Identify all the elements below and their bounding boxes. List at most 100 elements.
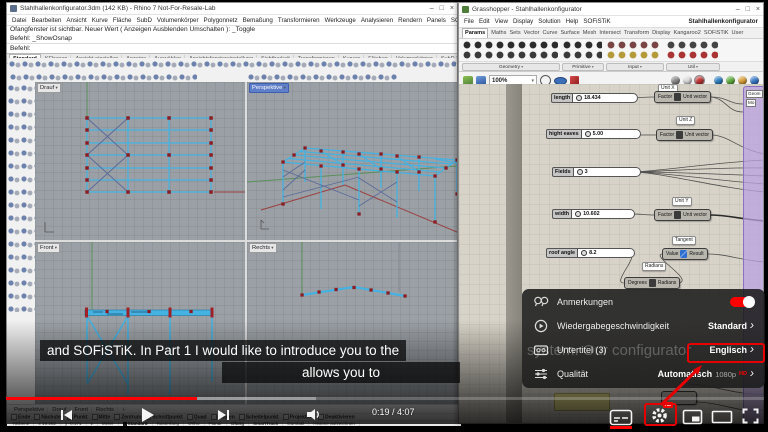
menu-analysieren[interactable]: Analysieren — [361, 17, 393, 24]
gh-slider-roof-angle[interactable]: roof angle 8.2 — [546, 248, 636, 258]
rhino-minimize-button[interactable]: – — [430, 4, 434, 13]
next-button[interactable] — [216, 408, 232, 422]
menu-bearbeiten[interactable]: Bearbeiten — [31, 17, 61, 24]
gh-tab-params[interactable]: Params — [462, 28, 489, 38]
viewport-top-label[interactable]: Drauf — [37, 83, 61, 93]
viewport-perspective[interactable]: Perspektive — [247, 82, 457, 240]
rhino-menubar[interactable]: Datei Bearbeiten Ansicht Kurve Fläche Su… — [7, 15, 457, 26]
gh-menu-solution[interactable]: Solution — [538, 18, 560, 25]
gh-menu-display[interactable]: Display — [513, 18, 533, 25]
rhino-command-area[interactable]: Ofangfenster ist sichtbar. Neuer Wert ( … — [7, 26, 457, 54]
gh-tab-user[interactable]: User — [732, 29, 744, 38]
degrees-to-radians-component[interactable]: Degrees Radians — [624, 277, 681, 289]
menu-flaeche[interactable]: Fläche — [113, 17, 132, 24]
gh-menubar[interactable]: File Edit View Display Solution Help SOF… — [459, 16, 763, 28]
unit-vector-component-y[interactable]: Factor Unit vector — [654, 209, 712, 221]
video-player-stage[interactable]: Stahlhallenkonfigurator.3dm (142 KB) - R… — [0, 0, 768, 432]
status-cplane[interactable]: KEbene — [9, 421, 35, 426]
nav-tab-add-icon[interactable]: + — [119, 407, 128, 413]
viewport-front-label[interactable]: Front — [37, 243, 61, 253]
ribbon-geometry-icons[interactable] — [462, 40, 558, 60]
menu-kurve[interactable]: Kurve — [92, 17, 108, 24]
menu-bemassung[interactable]: Bemaßung — [243, 17, 273, 24]
gh-tab-display[interactable]: Display — [652, 29, 670, 38]
gh-document-button[interactable]: Stahlhallenkonfigurator — [689, 18, 758, 25]
gh-panel-yellow[interactable] — [554, 393, 610, 411]
menu-item-annotations[interactable]: Anmerkungen — [522, 290, 765, 314]
gh-maximize-button[interactable]: □ — [746, 5, 750, 14]
gh-tab-maths[interactable]: Maths — [491, 29, 506, 38]
menu-panels[interactable]: Panels — [427, 17, 446, 24]
secondary-toolbar-icons-left[interactable] — [9, 71, 197, 82]
gh-tab-sofistik[interactable]: SOFiSTiK — [704, 29, 729, 38]
gh-titlebar[interactable]: Grasshopper - Stahlhallenkonfigurator – … — [459, 3, 763, 16]
annotations-toggle[interactable] — [730, 296, 755, 308]
gh-ribbon[interactable] — [459, 39, 763, 62]
gh-slider-length[interactable]: length 18.434 — [551, 93, 639, 103]
group-primitive[interactable]: Primitive — [562, 63, 604, 71]
rhino-status-bar[interactable]: KEbene x 19.262 y -0.171 z Meter Standar… — [7, 420, 461, 426]
gh-tab-vector[interactable]: Vector — [524, 29, 540, 38]
rhino-close-button[interactable]: × — [450, 4, 454, 13]
nav-tab-perspektive[interactable]: Perspektive — [11, 406, 49, 413]
command-prompt-input[interactable]: Befehl: — [7, 43, 457, 53]
gh-component-tabs[interactable]: Params Maths Sets Vector Curve Surface M… — [459, 28, 763, 39]
menu-ansicht[interactable]: Ansicht — [66, 17, 86, 24]
gh-slider-hight-eaves[interactable]: hight eaves 5.00 — [546, 129, 641, 139]
status-unit[interactable]: Meter — [98, 421, 119, 426]
status-ortho[interactable]: Ortho — [184, 421, 205, 426]
standard-toolbar-icons[interactable] — [8, 58, 456, 70]
gh-slider-width[interactable]: width 10.602 — [552, 209, 636, 219]
group-geometry[interactable]: Geometry — [462, 63, 560, 71]
gh-menu-view[interactable]: View — [495, 18, 508, 25]
gh-minimize-button[interactable]: – — [736, 5, 740, 14]
gh-ribbon-group-labels[interactable]: Geometry Primitive Input Util — [459, 62, 763, 72]
ribbon-primitive-icons[interactable] — [562, 40, 602, 60]
viewport-right-label[interactable]: Rechts — [249, 243, 277, 253]
menu-volumenkoerper[interactable]: Volumenkörper — [157, 17, 199, 24]
gh-close-button[interactable]: × — [756, 5, 760, 14]
volume-icon[interactable] — [305, 407, 323, 422]
expression-component-tangent[interactable]: Value Result — [662, 248, 708, 260]
gh-tab-sets[interactable]: Sets — [509, 29, 520, 38]
status-rasterfang[interactable]: Rasterfang — [153, 421, 185, 426]
rhino-maximize-button[interactable]: □ — [440, 4, 444, 13]
menu-rendern[interactable]: Rendern — [398, 17, 422, 24]
rhino-left-toolbar[interactable] — [7, 82, 35, 312]
gh-tab-kangaroo2[interactable]: Kangaroo2 — [673, 29, 700, 38]
menu-datei[interactable]: Datei — [12, 17, 26, 24]
gh-tab-intersect[interactable]: Intersect — [599, 29, 620, 38]
ribbon-input-icons[interactable] — [606, 40, 662, 60]
nav-tab-front[interactable]: Front — [71, 406, 93, 413]
unit-vector-component-x[interactable]: Factor Unit vector — [654, 91, 712, 103]
gh-menu-file[interactable]: File — [464, 18, 474, 25]
group-input[interactable]: Input — [606, 63, 664, 71]
gh-menu-sofistik[interactable]: SOFiSTiK — [583, 18, 610, 25]
gh-tab-mesh[interactable]: Mesh — [583, 29, 597, 38]
gh-tab-transform[interactable]: Transform — [624, 29, 649, 38]
gh-tab-curve[interactable]: Curve — [543, 29, 558, 38]
gh-menu-edit[interactable]: Edit — [479, 18, 490, 25]
menu-polygonnetz[interactable]: Polygonnetz — [204, 17, 238, 24]
gh-slider-fields[interactable]: Fields 3 — [552, 167, 641, 177]
subtitles-toggle-button[interactable] — [609, 409, 633, 426]
menu-transformieren[interactable]: Transformieren — [278, 17, 320, 24]
menu-sofistik[interactable]: SOFiSTiK — [451, 17, 457, 24]
status-smarttrack[interactable]: SmartTrack — [249, 421, 284, 426]
secondary-toolbar-icons-right[interactable] — [247, 71, 397, 82]
viewport-top[interactable]: Drauf — [35, 82, 245, 240]
menu-subd[interactable]: SubD — [136, 17, 151, 24]
menu-item-playback-speed[interactable]: Wiedergabegeschwindigkeit Standard — [522, 314, 765, 338]
menu-werkzeuge[interactable]: Werkzeuge — [325, 17, 356, 24]
gh-menu-help[interactable]: Help — [566, 18, 579, 25]
previous-button[interactable] — [58, 408, 74, 422]
unit-vector-component-z[interactable]: Factor Unit vector — [656, 129, 714, 141]
nav-tab-rechts[interactable]: Rechts — [93, 406, 119, 413]
rhino-titlebar[interactable]: Stahlhallenkonfigurator.3dm (142 KB) - R… — [7, 3, 457, 15]
viewport-perspective-label[interactable]: Perspektive — [249, 83, 289, 93]
group-util[interactable]: Util — [666, 63, 720, 71]
gh-tab-surface[interactable]: Surface — [560, 29, 579, 38]
ribbon-util-icons[interactable] — [666, 40, 718, 60]
viewport-front[interactable]: Front — [35, 242, 245, 404]
play-button[interactable] — [138, 406, 156, 424]
